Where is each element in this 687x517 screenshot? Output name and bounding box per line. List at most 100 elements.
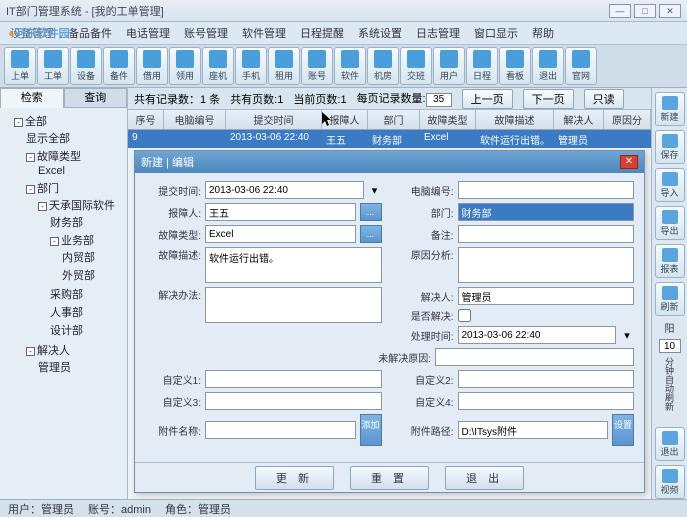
calendar-icon[interactable]: ▾ [620,329,634,342]
menu-schedule[interactable]: 日程提醒 [300,25,344,41]
readonly-button[interactable]: 只读 [584,89,624,109]
rbtn-quit[interactable]: 退出 [655,427,685,461]
rbtn-import[interactable]: 导入 [655,168,685,202]
inp-c4[interactable] [458,392,635,410]
tree-extrade[interactable]: 外贸部 [62,266,125,284]
inp-pcno[interactable] [458,181,635,199]
menu-account[interactable]: 账号管理 [184,25,228,41]
tb-15[interactable]: 看板 [499,47,531,85]
tb-3[interactable]: 备件 [103,47,135,85]
menu-logs[interactable]: 日志管理 [416,25,460,41]
nav-tree: -全部 显示全部 -故障类型 Excel -部门 -天承国际软件 财务部 [0,108,127,499]
auto-refresh-input[interactable] [659,339,681,353]
tree-admin[interactable]: 管理员 [38,358,125,376]
inp-solution[interactable] [205,287,382,323]
inp-dept[interactable] [458,203,635,221]
rbtn-new[interactable]: 新建 [655,92,685,126]
btn-reporter-pick[interactable]: ... [360,203,382,221]
tb-17[interactable]: 官网 [565,47,597,85]
collapse-icon[interactable]: - [14,118,23,127]
minimize-button[interactable]: — [609,4,631,18]
inp-c3[interactable] [205,392,382,410]
inp-faultdesc[interactable] [205,247,382,283]
menu-help[interactable]: 帮助 [532,25,554,41]
menu-window[interactable]: 窗口显示 [474,25,518,41]
chk-solved[interactable] [458,309,471,322]
tb-9[interactable]: 账号 [301,47,333,85]
inp-unsolved[interactable] [435,348,634,366]
tree-biz[interactable]: -业务部 内贸部 外贸部 [50,231,125,285]
inp-c1[interactable] [205,370,382,388]
rbtn-refresh[interactable]: 刷新 [655,282,685,316]
tb-5[interactable]: 领用 [169,47,201,85]
next-page-button[interactable]: 下一页 [523,89,574,109]
rbtn-save[interactable]: 保存 [655,130,685,164]
inp-faulttype[interactable] [205,225,356,243]
tb-12[interactable]: 交班 [400,47,432,85]
inp-attname[interactable] [205,421,356,439]
tree-solver[interactable]: -解决人 管理员 [26,341,125,377]
tree-all[interactable]: -全部 显示全部 -故障类型 Excel -部门 -天承国际软件 财务部 [14,112,125,378]
inp-remark[interactable] [458,225,635,243]
dialog-close-button[interactable]: ✕ [620,155,638,169]
close-button[interactable]: ✕ [659,4,681,18]
btn-set-att[interactable]: 设置 [612,414,634,446]
tree-fin[interactable]: 财务部 [50,213,125,231]
tab-search[interactable]: 检索 [0,88,64,108]
collapse-icon[interactable]: - [50,237,59,246]
tb-11[interactable]: 机房 [367,47,399,85]
calendar-icon[interactable]: ▾ [368,184,382,197]
tree-faulttype[interactable]: -故障类型 Excel [26,147,125,179]
inp-handletime[interactable] [458,326,617,344]
dialog-titlebar[interactable]: 新建 | 编辑 ✕ [135,151,644,173]
tb-icon [374,50,392,68]
menu-device[interactable]: 设备管理 [10,25,54,41]
inp-submit-time[interactable] [205,181,364,199]
menu-spare[interactable]: 备品备件 [68,25,112,41]
tree-intrade[interactable]: 内贸部 [62,248,125,266]
menu-settings[interactable]: 系统设置 [358,25,402,41]
btn-update[interactable]: 更 新 [255,466,334,490]
tb-16[interactable]: 退出 [532,47,564,85]
collapse-icon[interactable]: - [26,153,35,162]
tree-showall[interactable]: 显示全部 [26,129,125,147]
tb-0[interactable]: 上单 [4,47,36,85]
tb-14[interactable]: 日程 [466,47,498,85]
tb-13[interactable]: 用户 [433,47,465,85]
perpage-input[interactable] [426,93,452,107]
collapse-icon[interactable]: - [26,347,35,356]
tb-1[interactable]: 工单 [37,47,69,85]
btn-exit[interactable]: 退 出 [445,466,524,490]
tree-hr[interactable]: 人事部 [50,303,125,321]
inp-reporter[interactable] [205,203,356,221]
tb-6[interactable]: 座机 [202,47,234,85]
tab-query[interactable]: 查询 [64,88,128,108]
menu-software[interactable]: 软件管理 [242,25,286,41]
tb-10[interactable]: 软件 [334,47,366,85]
tb-2[interactable]: 设备 [70,47,102,85]
btn-reset[interactable]: 重 置 [350,466,429,490]
tb-7[interactable]: 手机 [235,47,267,85]
inp-cause[interactable] [458,247,635,283]
btn-faulttype-pick[interactable]: ... [360,225,382,243]
tree-purchase[interactable]: 采购部 [50,285,125,303]
inp-attpath[interactable] [458,421,609,439]
rbtn-report[interactable]: 报表 [655,244,685,278]
tree-tj[interactable]: -天承国际软件 财务部 -业务部 内贸部 外贸部 [38,196,125,340]
tb-8[interactable]: 租用 [268,47,300,85]
inp-solver[interactable] [458,287,635,305]
prev-page-button[interactable]: 上一页 [462,89,513,109]
rbtn-video[interactable]: 视频 [655,465,685,499]
tree-dept[interactable]: -部门 -天承国际软件 财务部 -业务部 内贸部 外贸部 [26,179,125,341]
btn-add-att[interactable]: 添加 [360,414,382,446]
collapse-icon[interactable]: - [26,185,35,194]
tb-4[interactable]: 借用 [136,47,168,85]
tree-design[interactable]: 设计部 [50,321,125,339]
grid-row[interactable]: 9 2013-03-06 22:40 王五 财务部 Excel 软件运行出错。 … [128,130,651,148]
menu-phone[interactable]: 电话管理 [126,25,170,41]
inp-c2[interactable] [458,370,635,388]
maximize-button[interactable]: □ [634,4,656,18]
rbtn-export[interactable]: 导出 [655,206,685,240]
collapse-icon[interactable]: - [38,202,47,211]
tree-excel[interactable]: Excel [38,164,125,178]
